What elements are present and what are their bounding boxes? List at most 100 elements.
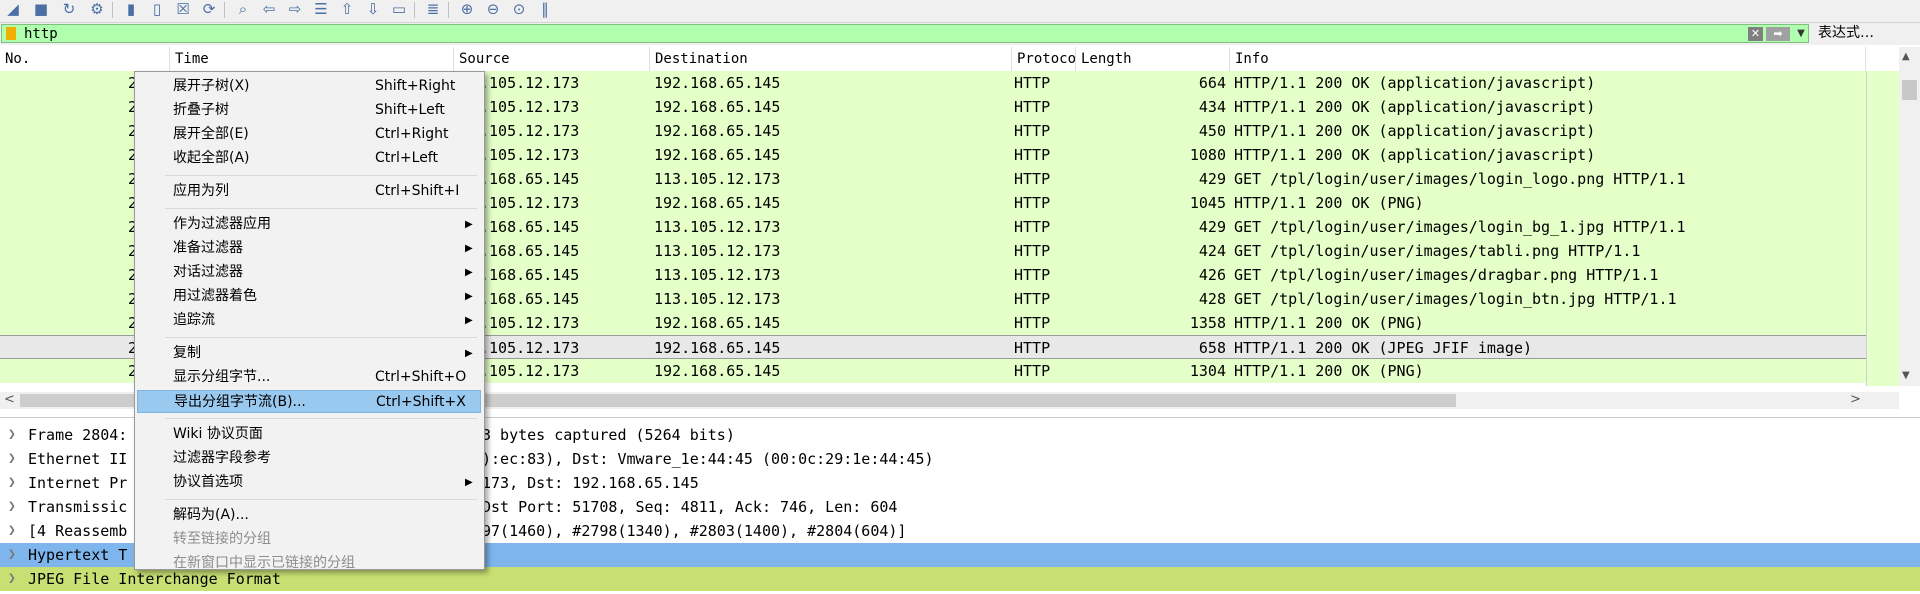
submenu-arrow-icon: ▶ [465,267,473,278]
scroll-right-icon[interactable]: > [1850,392,1861,407]
column-no-header[interactable]: No. [0,47,170,71]
forward-icon[interactable]: ⇨ [284,0,306,18]
vertical-scrollbar[interactable]: ▲ ▼ [1899,47,1920,386]
expand-arrow-icon[interactable]: ❯ [8,447,16,471]
detail-text: [4 Reassemb [28,522,128,540]
expand-arrow-icon[interactable]: ❯ [8,471,16,495]
menu-item-label: 准备过滤器 [173,240,243,256]
cell-source: .105.12.173 [480,362,580,380]
close-file-icon[interactable]: ☒ [172,0,194,18]
find-icon[interactable]: ⌕ [232,0,254,18]
back-icon[interactable]: ⇦ [258,0,280,18]
related-packets-minimap[interactable] [1866,71,1899,386]
cell-info: HTTP/1.1 200 OK (PNG) [1234,194,1424,212]
column-destination-header[interactable]: Destination [650,47,1012,71]
zoom-normal-icon[interactable]: ⊙ [508,0,530,18]
menu-item-label: 协议首选项 [173,474,243,490]
menu-item-label: 对话过滤器 [173,264,243,280]
scroll-down-icon[interactable]: ▼ [1902,370,1910,381]
scroll-up-icon[interactable]: ▲ [1902,51,1910,62]
detail-text: Ethernet II [28,450,128,468]
apply-filter-icon[interactable]: ➡ [1766,27,1790,41]
cell-destination: 192.168.65.145 [654,122,781,140]
expand-arrow-icon[interactable]: ❯ [8,567,16,591]
colorize-icon[interactable]: ≣ [422,0,444,18]
go-to-icon[interactable]: ☰ [310,0,332,18]
menu-item[interactable]: 对话过滤器 ▶ [137,261,481,284]
context-menu: 展开子树(X) Shift+Right 折叠子树 Shift+Left 展开全部(E) C… [134,71,485,571]
cell-length: 658 [1198,339,1226,357]
menu-item[interactable]: 过滤器字段参考 [137,447,481,470]
expand-arrow-icon[interactable]: ❯ [8,495,16,519]
cell-protocol: HTTP [1014,146,1051,164]
menu-item[interactable]: 展开全部(E) Ctrl+Right [137,123,481,146]
zoom-out-icon[interactable]: ⊖ [482,0,504,18]
detail-text: Internet Pr [28,474,128,492]
open-icon[interactable]: ▮ [120,0,142,18]
menu-item-label: 展开子树(X) [173,78,250,94]
expression-button[interactable]: 表达式… [1818,24,1874,42]
cell-info: HTTP/1.1 200 OK (PNG) [1234,314,1424,332]
menu-item[interactable]: 展开子树(X) Shift+Right [137,75,481,98]
menu-item[interactable]: 协议首选项 ▶ [137,471,481,494]
autoscroll-icon[interactable]: ▭ [388,0,410,18]
cell-destination: 113.105.12.173 [654,218,781,236]
menu-item[interactable]: 收起全部(A) Ctrl+Left [137,147,481,170]
menu-item-label: 过滤器字段参考 [173,450,271,466]
zoom-in-icon[interactable]: ⊕ [456,0,478,18]
last-icon[interactable]: ⇩ [362,0,384,18]
resize-columns-icon[interactable]: ‖ [534,0,556,18]
column-source-header[interactable]: Source [454,47,650,71]
menu-item[interactable]: Wiki 协议页面 [137,423,481,446]
menu-item-label: 转至链接的分组 [173,531,271,547]
save-icon[interactable]: ▯ [146,0,168,18]
column-protocol-header[interactable]: Protocol [1012,47,1076,71]
cell-info: GET /tpl/login/user/images/login_bg_1.jp… [1234,218,1686,236]
bookmark-icon[interactable] [6,27,16,40]
cell-length: 434 [1198,98,1226,116]
menu-item[interactable]: 复制 ▶ [137,342,481,365]
display-filter-input[interactable]: http ✕ ➡ ▼ [1,24,1809,43]
column-length-header[interactable]: Length [1076,47,1230,71]
cell-destination: 113.105.12.173 [654,266,781,284]
column-info-header[interactable]: Info [1230,47,1866,71]
display-filter-bar: http ✕ ➡ ▼ 表达式… [0,23,1920,45]
menu-item[interactable]: 折叠子树 Shift+Left [137,99,481,122]
expand-arrow-icon[interactable]: ❯ [8,423,16,447]
detail-text: Hypertext T [28,546,128,564]
chevron-down-icon[interactable]: ▼ [1794,26,1808,42]
cell-info: GET /tpl/login/user/images/login_logo.pn… [1234,170,1686,188]
restart-icon[interactable]: ↻ [58,0,80,18]
menu-item[interactable]: 导出分组字节流(B)... Ctrl+Shift+X [137,390,481,413]
submenu-arrow-icon: ▶ [465,477,473,488]
cell-source: .168.65.145 [480,218,580,236]
submenu-arrow-icon: ▶ [465,243,473,254]
cell-info: HTTP/1.1 200 OK (JPEG JFIF image) [1234,339,1533,357]
options-icon[interactable]: ⚙ [86,0,108,18]
stop-icon[interactable]: ■ [30,0,52,18]
cell-protocol: HTTP [1014,122,1051,140]
menu-item[interactable]: 解码为(A)... [137,504,481,527]
cell-destination: 113.105.12.173 [654,242,781,260]
submenu-arrow-icon: ▶ [465,291,473,302]
menu-item[interactable]: 作为过滤器应用 ▶ [137,213,481,236]
menu-item-label: 应用为列 [173,183,229,199]
menu-item-shortcut: Ctrl+Shift+O [375,369,467,385]
menu-item[interactable]: 应用为列 Ctrl+Shift+I [137,180,481,203]
first-icon[interactable]: ⇧ [336,0,358,18]
menu-item[interactable]: 追踪流 ▶ [137,309,481,332]
menu-item[interactable]: 准备过滤器 ▶ [137,237,481,260]
filter-text[interactable]: http [24,25,58,43]
column-time-header[interactable]: Time [170,47,454,71]
menu-item[interactable]: 用过滤器着色 ▶ [137,285,481,308]
scroll-thumb[interactable] [1902,80,1917,100]
shark-fin-icon[interactable]: ◢ [2,0,24,18]
reload-icon[interactable]: ⟳ [198,0,220,18]
menu-item[interactable]: 显示分组字节... Ctrl+Shift+O [137,366,481,389]
packet-list-header: No.TimeSourceDestinationProtocolLengthIn… [0,47,1882,72]
scroll-left-icon[interactable]: < [4,392,15,407]
expand-arrow-icon[interactable]: ❯ [8,519,16,543]
cell-source: .105.12.173 [480,194,580,212]
expand-arrow-icon[interactable]: ❯ [8,543,16,567]
clear-filter-icon[interactable]: ✕ [1748,27,1763,41]
